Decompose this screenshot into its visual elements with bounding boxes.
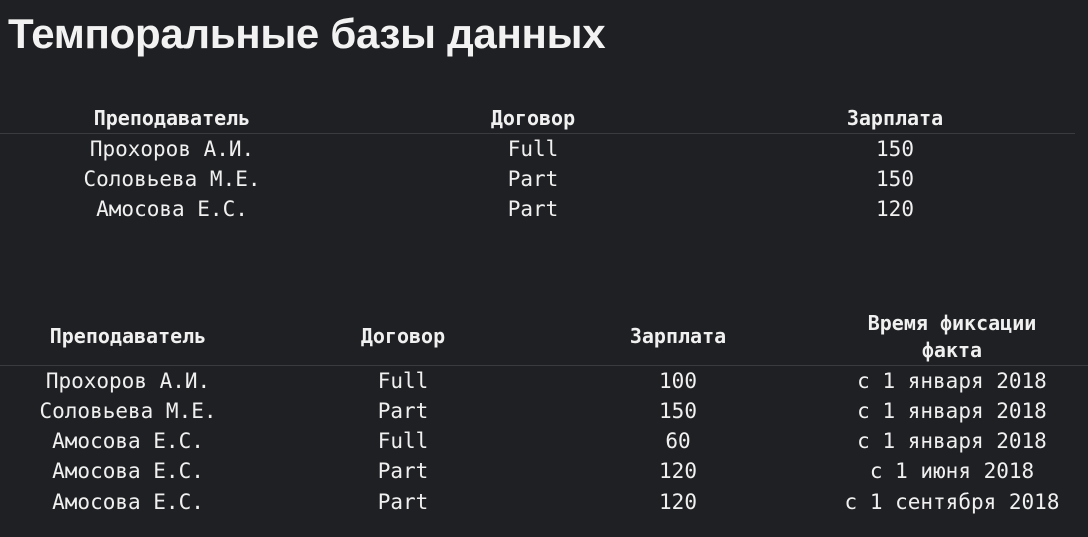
column-header-teacher: Преподаватель	[49, 324, 207, 348]
column-header-salary: Зарплата	[629, 324, 727, 348]
table-cell: с 1 января 2018	[857, 429, 1047, 453]
table-cell: Соловьева М.Е.	[83, 167, 261, 191]
table-cell: Амосова Е.С.	[52, 459, 204, 483]
table-cell: с 1 июня 2018	[869, 459, 1035, 483]
table-cell: с 1 января 2018	[857, 369, 1047, 393]
table-cell: Part	[377, 490, 429, 514]
table-cell: Part	[507, 167, 559, 191]
table-cell: с 1 января 2018	[857, 399, 1047, 423]
column-header-contract: Договор	[490, 106, 576, 130]
table-cell: Part	[507, 197, 559, 221]
table-cell: Part	[377, 459, 429, 483]
table-cell: с 1 сентября 2018	[844, 490, 1060, 514]
column-header-teacher: Преподаватель	[93, 106, 251, 130]
table-cell: 150	[876, 167, 914, 191]
table-cell: Амосова Е.С.	[52, 490, 204, 514]
table-cell: 100	[659, 369, 697, 393]
table-cell: 120	[659, 459, 697, 483]
table-cell: 150	[659, 399, 697, 423]
table-cell: 120	[876, 197, 914, 221]
column-header-salary: Зарплата	[846, 106, 944, 130]
table-cell: Full	[507, 137, 559, 161]
column-header-contract: Договор	[360, 324, 446, 348]
table-cell: Full	[377, 369, 429, 393]
page-title: Темпоральные базы данных	[8, 10, 606, 57]
table-cell: Part	[377, 399, 429, 423]
column-header-fact-time-line2: факта	[921, 338, 983, 362]
table-cell: Соловьева М.Е.	[39, 399, 217, 423]
table-cell: Full	[377, 429, 429, 453]
table-cell: 60	[665, 429, 691, 453]
table-cell: Прохоров А.И.	[89, 137, 255, 161]
table-cell: 120	[659, 490, 697, 514]
table-cell: Амосова Е.С.	[52, 429, 204, 453]
column-header-fact-time-line1: Время фиксации	[867, 311, 1037, 335]
table-cell: Амосова Е.С.	[96, 197, 248, 221]
table-cell: 150	[876, 137, 914, 161]
table-cell: Прохоров А.И.	[45, 369, 211, 393]
